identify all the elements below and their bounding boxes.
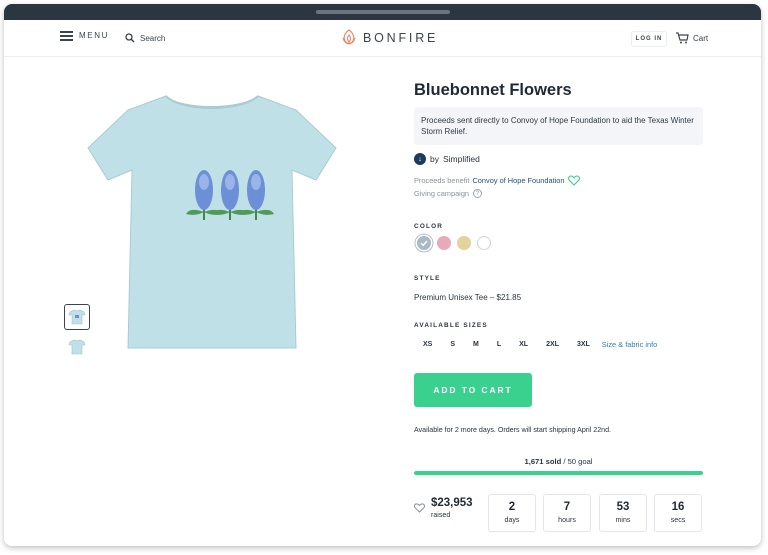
countdown-value: 2 (508, 501, 516, 513)
sales-progress-bar (414, 471, 703, 475)
thumbnail-front[interactable] (64, 304, 90, 330)
cart-icon (676, 32, 689, 44)
color-swatch-yellow[interactable] (457, 236, 471, 250)
countdown-mins: 53 mins (599, 494, 647, 532)
hamburger-icon (60, 31, 73, 41)
menu-label: MENU (79, 31, 109, 40)
heart-icon[interactable] (414, 503, 425, 513)
campaign-type: Giving campaign (414, 189, 470, 198)
raised-summary: $23,953 raised (414, 497, 473, 519)
tshirt-thumbnail-icon (68, 309, 86, 325)
countdown-unit: mins (615, 516, 631, 524)
benefit-org-link[interactable]: Convoy of Hope Foundation (472, 176, 564, 185)
add-to-cart-button[interactable]: ADD TO CART (414, 373, 532, 407)
size-option-2xl[interactable]: 2XL (540, 337, 565, 351)
thumbnail-back[interactable] (64, 334, 90, 360)
product-image (87, 95, 337, 349)
cause-description: Proceeds sent directly to Convoy of Hope… (414, 107, 703, 145)
color-label: COLOR (414, 223, 444, 230)
size-option-l[interactable]: L (491, 337, 507, 351)
creator-prefix: by (430, 154, 439, 164)
sold-summary: 1,671 sold / 50 goal (414, 457, 703, 466)
search-input[interactable] (140, 33, 220, 43)
brand-name: BONFIRE (363, 30, 439, 45)
site-header: MENU BONFIRE LOG IN Cart (4, 20, 761, 57)
sold-count: 1,671 sold (524, 457, 562, 466)
countdown-unit: secs (670, 516, 686, 524)
raised-label: raised (431, 511, 451, 519)
size-option-s[interactable]: S (444, 337, 461, 351)
size-option-3xl[interactable]: 3XL (571, 337, 596, 351)
address-bar-pill (316, 10, 450, 14)
check-icon (420, 240, 428, 247)
browser-frame: MENU BONFIRE LOG IN Cart (4, 4, 761, 546)
cart-label: Cart (693, 33, 709, 43)
campaign-type-line: Giving campaign ? (414, 189, 483, 198)
style-value[interactable]: Premium Unisex Tee – $21.85 (414, 293, 521, 302)
size-option-m[interactable]: M (467, 337, 485, 351)
bonfire-flame-icon (342, 29, 356, 45)
heart-hand-icon (567, 175, 580, 186)
availability-note: Available for 2 more days. Orders will s… (414, 426, 612, 434)
benefit-line: Proceeds benefit Convoy of Hope Foundati… (414, 175, 580, 186)
countdown-secs: 16 secs (654, 494, 702, 532)
style-label: STYLE (414, 275, 441, 282)
login-button[interactable]: LOG IN (631, 31, 667, 47)
sales-progress-fill (414, 471, 703, 475)
creator-avatar-icon: ↓ (414, 153, 426, 165)
help-icon[interactable]: ? (473, 189, 483, 198)
countdown-value: 53 (616, 501, 630, 513)
sizes-label: AVAILABLE SIZES (414, 322, 488, 329)
color-swatch-pink[interactable] (437, 236, 451, 250)
brand-logo[interactable]: BONFIRE (341, 29, 438, 46)
countdown-hours: 7 hours (543, 494, 591, 532)
search-icon (125, 33, 135, 43)
countdown-days: 2 days (488, 494, 536, 532)
size-fabric-info-link[interactable]: Size & fabric info (602, 340, 657, 349)
search-box[interactable] (119, 28, 224, 48)
creator-name[interactable]: Simplified (443, 154, 480, 164)
countdown-value: 16 (671, 501, 685, 513)
benefit-prefix: Proceeds benefit (414, 176, 470, 185)
browser-top-bar (4, 4, 761, 20)
color-swatches (417, 236, 491, 250)
color-swatch-heather-blue[interactable] (417, 236, 431, 250)
sold-goal: / 50 goal (561, 457, 593, 466)
bluebonnet-print (186, 170, 274, 220)
size-options: XS S M L XL 2XL 3XL Size & fabric info (417, 337, 657, 351)
menu-button[interactable]: MENU (60, 31, 109, 41)
size-option-xs[interactable]: XS (417, 337, 438, 351)
raised-amount: $23,953 (431, 497, 473, 509)
creator-line: ↓ by Simplified (414, 153, 480, 165)
size-option-xl[interactable]: XL (513, 337, 534, 351)
color-swatch-white[interactable] (477, 236, 491, 250)
product-title: Bluebonnet Flowers (414, 81, 572, 99)
countdown-value: 7 (563, 501, 571, 513)
countdown-unit: hours (558, 516, 576, 524)
countdown-unit: days (504, 516, 520, 524)
cart-button[interactable]: Cart (675, 32, 708, 44)
tshirt-back-thumbnail-icon (68, 339, 86, 355)
